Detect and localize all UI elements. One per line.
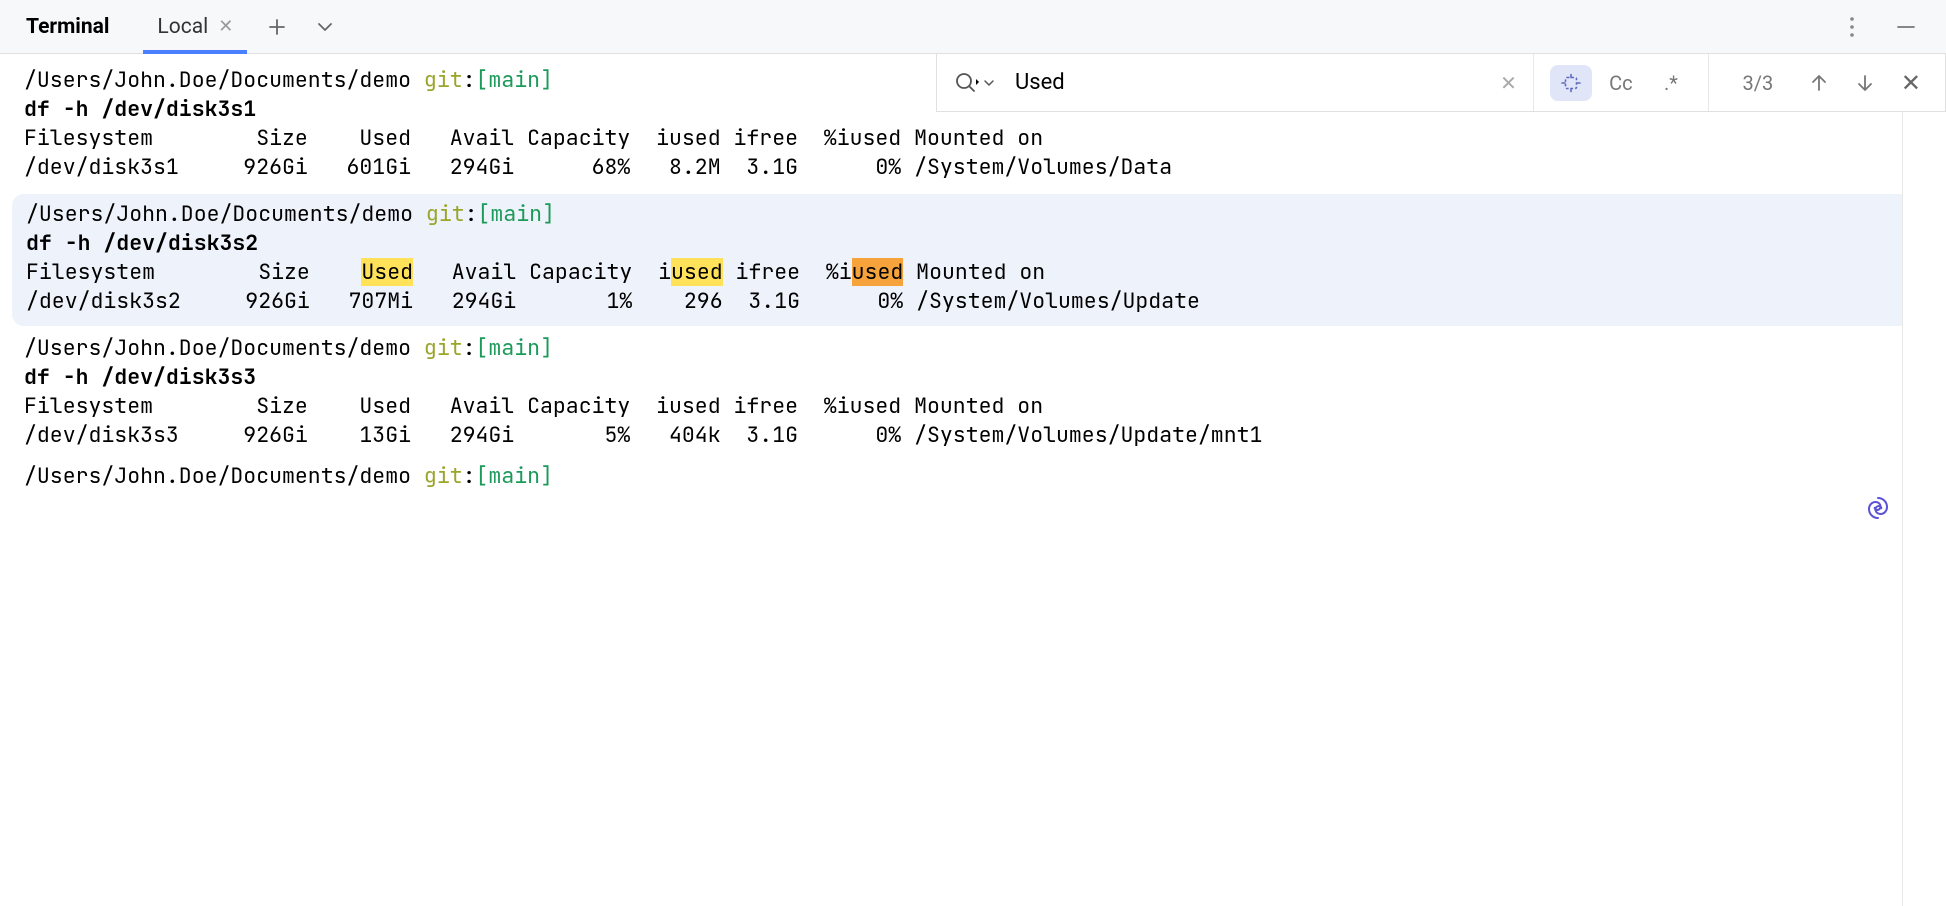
git-label: git xyxy=(424,66,463,94)
match-case-button[interactable]: Cc xyxy=(1600,65,1642,101)
command-text: df -h /dev/disk3s2 xyxy=(26,229,1920,258)
close-search-icon[interactable]: ✕ xyxy=(1901,69,1921,97)
new-tab-icon[interactable] xyxy=(265,15,289,39)
tab-label: Local xyxy=(157,15,208,39)
search-bar: ✕ Cc .* 3/3 ✕ xyxy=(936,54,1946,112)
search-dropdown-icon[interactable] xyxy=(983,77,995,89)
command-block[interactable]: /Users/John.Doe/Documents/demo git:[main… xyxy=(12,194,1934,326)
search-options: Cc .* xyxy=(1534,54,1708,111)
regex-button[interactable]: .* xyxy=(1650,65,1692,101)
git-label: git xyxy=(426,200,465,228)
close-icon[interactable]: ✕ xyxy=(218,16,233,37)
git-branch: [main] xyxy=(476,462,553,490)
search-input[interactable] xyxy=(1015,70,1480,95)
kebab-icon[interactable] xyxy=(1840,15,1864,39)
output-row: /dev/disk3s2 926Gi 707Mi 294Gi 1% 296 3.… xyxy=(26,287,1920,316)
terminal-topbar: Terminal Local ✕ xyxy=(0,0,1946,54)
topbar-right xyxy=(1840,15,1936,39)
output-row: /dev/disk3s3 926Gi 13Gi 294Gi 5% 404k 3.… xyxy=(24,421,1922,450)
app-title: Terminal xyxy=(10,15,125,39)
tab-local[interactable]: Local ✕ xyxy=(143,0,247,54)
git-label: git xyxy=(424,462,463,490)
output-header: Filesystem Size Used Avail Capacity iuse… xyxy=(24,124,1922,153)
prompt-path: /Users/John.Doe/Documents/demo xyxy=(24,66,411,94)
prompt-path: /Users/John.Doe/Documents/demo xyxy=(26,200,413,228)
search-count: 3/3 xyxy=(1733,71,1783,95)
terminal-main: ✕ Cc .* 3/3 ✕ xyxy=(0,54,1946,906)
tab-actions xyxy=(265,15,337,39)
git-branch: [main] xyxy=(476,334,553,362)
next-match-icon[interactable] xyxy=(1855,73,1875,93)
git-branch: [main] xyxy=(476,66,553,94)
ai-swirl-icon[interactable] xyxy=(1864,494,1892,522)
command-text: df -h /dev/disk3s3 xyxy=(24,363,1922,392)
prompt-path: /Users/John.Doe/Documents/demo xyxy=(24,462,411,490)
command-block[interactable]: /Users/John.Doe/Documents/demo git:[main… xyxy=(0,330,1946,458)
output-header: Filesystem Size Used Avail Capacity iuse… xyxy=(24,392,1922,421)
search-icon[interactable] xyxy=(953,70,979,96)
git-branch: [main] xyxy=(478,200,555,228)
prev-match-icon[interactable] xyxy=(1809,73,1829,93)
clear-search-icon[interactable]: ✕ xyxy=(1500,71,1517,95)
terminal-output[interactable]: /Users/John.Doe/Documents/demo git:[main… xyxy=(0,54,1946,507)
tab-dropdown-icon[interactable] xyxy=(313,15,337,39)
search-scope-icon[interactable] xyxy=(1550,65,1592,101)
current-prompt[interactable]: /Users/John.Doe/Documents/demo git:[main… xyxy=(0,458,1946,499)
search-nav: 3/3 ✕ xyxy=(1709,54,1945,111)
output-row: /dev/disk3s1 926Gi 601Gi 294Gi 68% 8.2M … xyxy=(24,153,1922,182)
search-field: ✕ xyxy=(937,54,1533,111)
prompt-path: /Users/John.Doe/Documents/demo xyxy=(24,334,411,362)
tab-active-indicator xyxy=(143,50,247,54)
output-header: Filesystem Size Used Avail Capacity iuse… xyxy=(26,258,1920,287)
minimize-icon[interactable] xyxy=(1894,15,1918,39)
git-label: git xyxy=(424,334,463,362)
